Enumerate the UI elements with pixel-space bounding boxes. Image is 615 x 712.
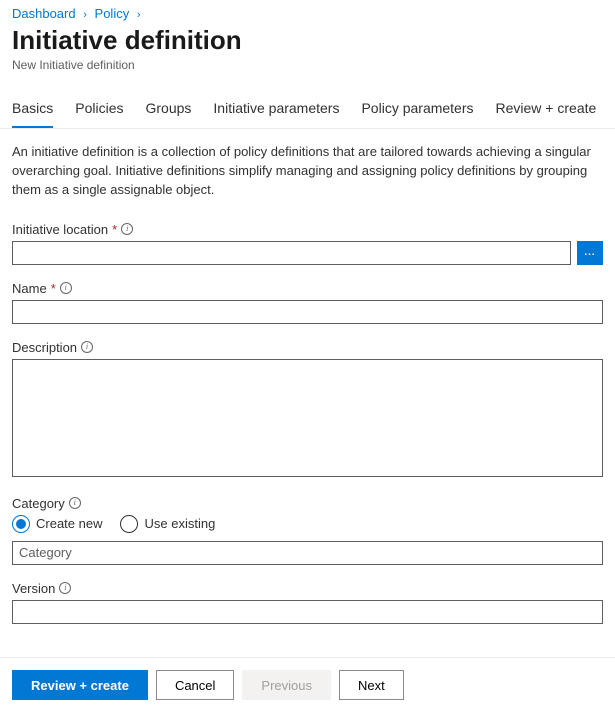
radio-use-existing[interactable]: Use existing (120, 515, 215, 533)
tab-groups[interactable]: Groups (145, 100, 191, 128)
intro-text: An initiative definition is a collection… (12, 143, 603, 200)
field-label: Version i (12, 581, 603, 596)
page-header: Initiative definition New Initiative def… (0, 21, 615, 82)
info-icon[interactable]: i (60, 282, 72, 294)
info-icon[interactable]: i (121, 223, 133, 235)
field-label: Name * i (12, 281, 603, 296)
info-icon[interactable]: i (81, 341, 93, 353)
radio-label: Use existing (144, 516, 215, 531)
radio-label: Create new (36, 516, 102, 531)
field-category: Category i Create new Use existing (12, 496, 603, 565)
initiative-location-input[interactable] (12, 241, 571, 265)
breadcrumb-dashboard[interactable]: Dashboard (12, 6, 76, 21)
tab-policy-parameters[interactable]: Policy parameters (361, 100, 473, 128)
field-label: Initiative location * i (12, 222, 603, 237)
breadcrumb-separator-icon: › (137, 9, 141, 21)
tab-policies[interactable]: Policies (75, 100, 123, 128)
field-label: Description i (12, 340, 603, 355)
field-initiative-location: Initiative location * i ... (12, 222, 603, 265)
field-label: Category i (12, 496, 603, 511)
scope-picker-button[interactable]: ... (577, 241, 603, 265)
label-text: Description (12, 340, 77, 355)
radio-create-new[interactable]: Create new (12, 515, 102, 533)
radio-icon (120, 515, 138, 533)
radio-icon (12, 515, 30, 533)
field-version: Version i (12, 581, 603, 624)
breadcrumb: Dashboard › Policy › (0, 0, 615, 21)
name-input[interactable] (12, 300, 603, 324)
required-indicator: * (51, 281, 56, 296)
breadcrumb-policy[interactable]: Policy (95, 6, 130, 21)
tab-review-create[interactable]: Review + create (496, 100, 597, 128)
info-icon[interactable]: i (59, 582, 71, 594)
breadcrumb-separator-icon: › (83, 9, 87, 21)
page-subtitle: New Initiative definition (12, 58, 603, 72)
tab-bar: Basics Policies Groups Initiative parame… (0, 82, 615, 129)
field-description: Description i (12, 340, 603, 480)
next-button[interactable]: Next (339, 670, 404, 700)
field-name: Name * i (12, 281, 603, 324)
page-title: Initiative definition (12, 25, 603, 56)
review-create-button[interactable]: Review + create (12, 670, 148, 700)
footer-actions: Review + create Cancel Previous Next (0, 657, 615, 712)
version-input[interactable] (12, 600, 603, 624)
info-icon[interactable]: i (69, 497, 81, 509)
cancel-button[interactable]: Cancel (156, 670, 234, 700)
label-text: Category (12, 496, 65, 511)
previous-button: Previous (242, 670, 331, 700)
tab-basics[interactable]: Basics (12, 100, 53, 128)
label-text: Name (12, 281, 47, 296)
form-body: An initiative definition is a collection… (0, 129, 615, 624)
category-input[interactable] (12, 541, 603, 565)
label-text: Initiative location (12, 222, 108, 237)
tab-initiative-parameters[interactable]: Initiative parameters (213, 100, 339, 128)
required-indicator: * (112, 222, 117, 237)
description-input[interactable] (12, 359, 603, 477)
label-text: Version (12, 581, 55, 596)
